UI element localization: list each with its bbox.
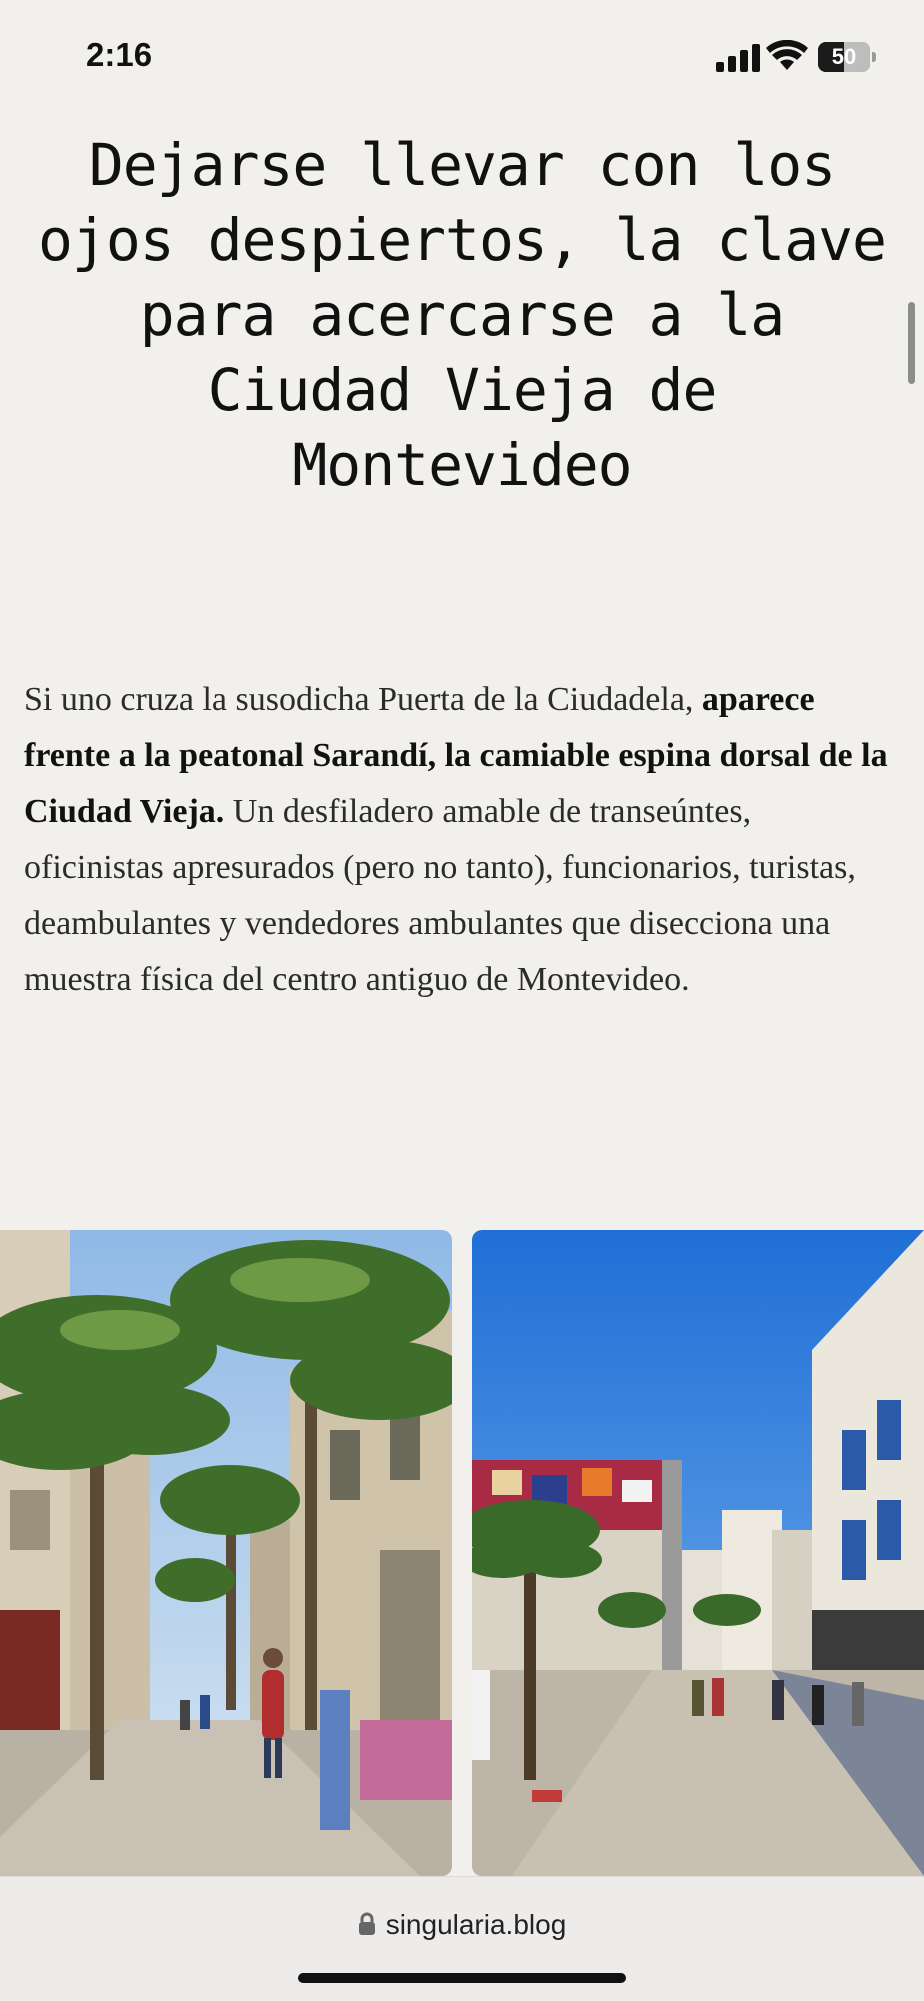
article-paragraph: Si uno cruza la susodicha Puerta de la C… — [24, 672, 894, 1008]
address-bar[interactable]: singularia.blog — [0, 1909, 924, 1941]
browser-bottom-bar: singularia.blog — [0, 1876, 924, 2001]
home-indicator[interactable] — [298, 1973, 626, 1983]
street-photo-sky[interactable] — [472, 1230, 924, 1876]
paragraph-intro: Si uno cruza la susodicha Puerta de la C… — [24, 681, 702, 718]
status-bar: 2:16 50 — [0, 0, 924, 120]
status-time: 2:16 — [86, 36, 153, 73]
article-title: Dejarse llevar con los ojos despiertos, … — [38, 131, 887, 499]
battery-icon: 50 — [818, 42, 876, 72]
url-text: singularia.blog — [385, 1909, 567, 1940]
cellular-signal-icon — [716, 44, 760, 72]
scroll-indicator[interactable] — [908, 302, 915, 384]
street-photo-palms[interactable] — [0, 1230, 452, 1876]
wifi-icon — [766, 40, 808, 70]
lock-icon — [358, 1912, 375, 1935]
battery-level: 50 — [831, 44, 857, 69]
